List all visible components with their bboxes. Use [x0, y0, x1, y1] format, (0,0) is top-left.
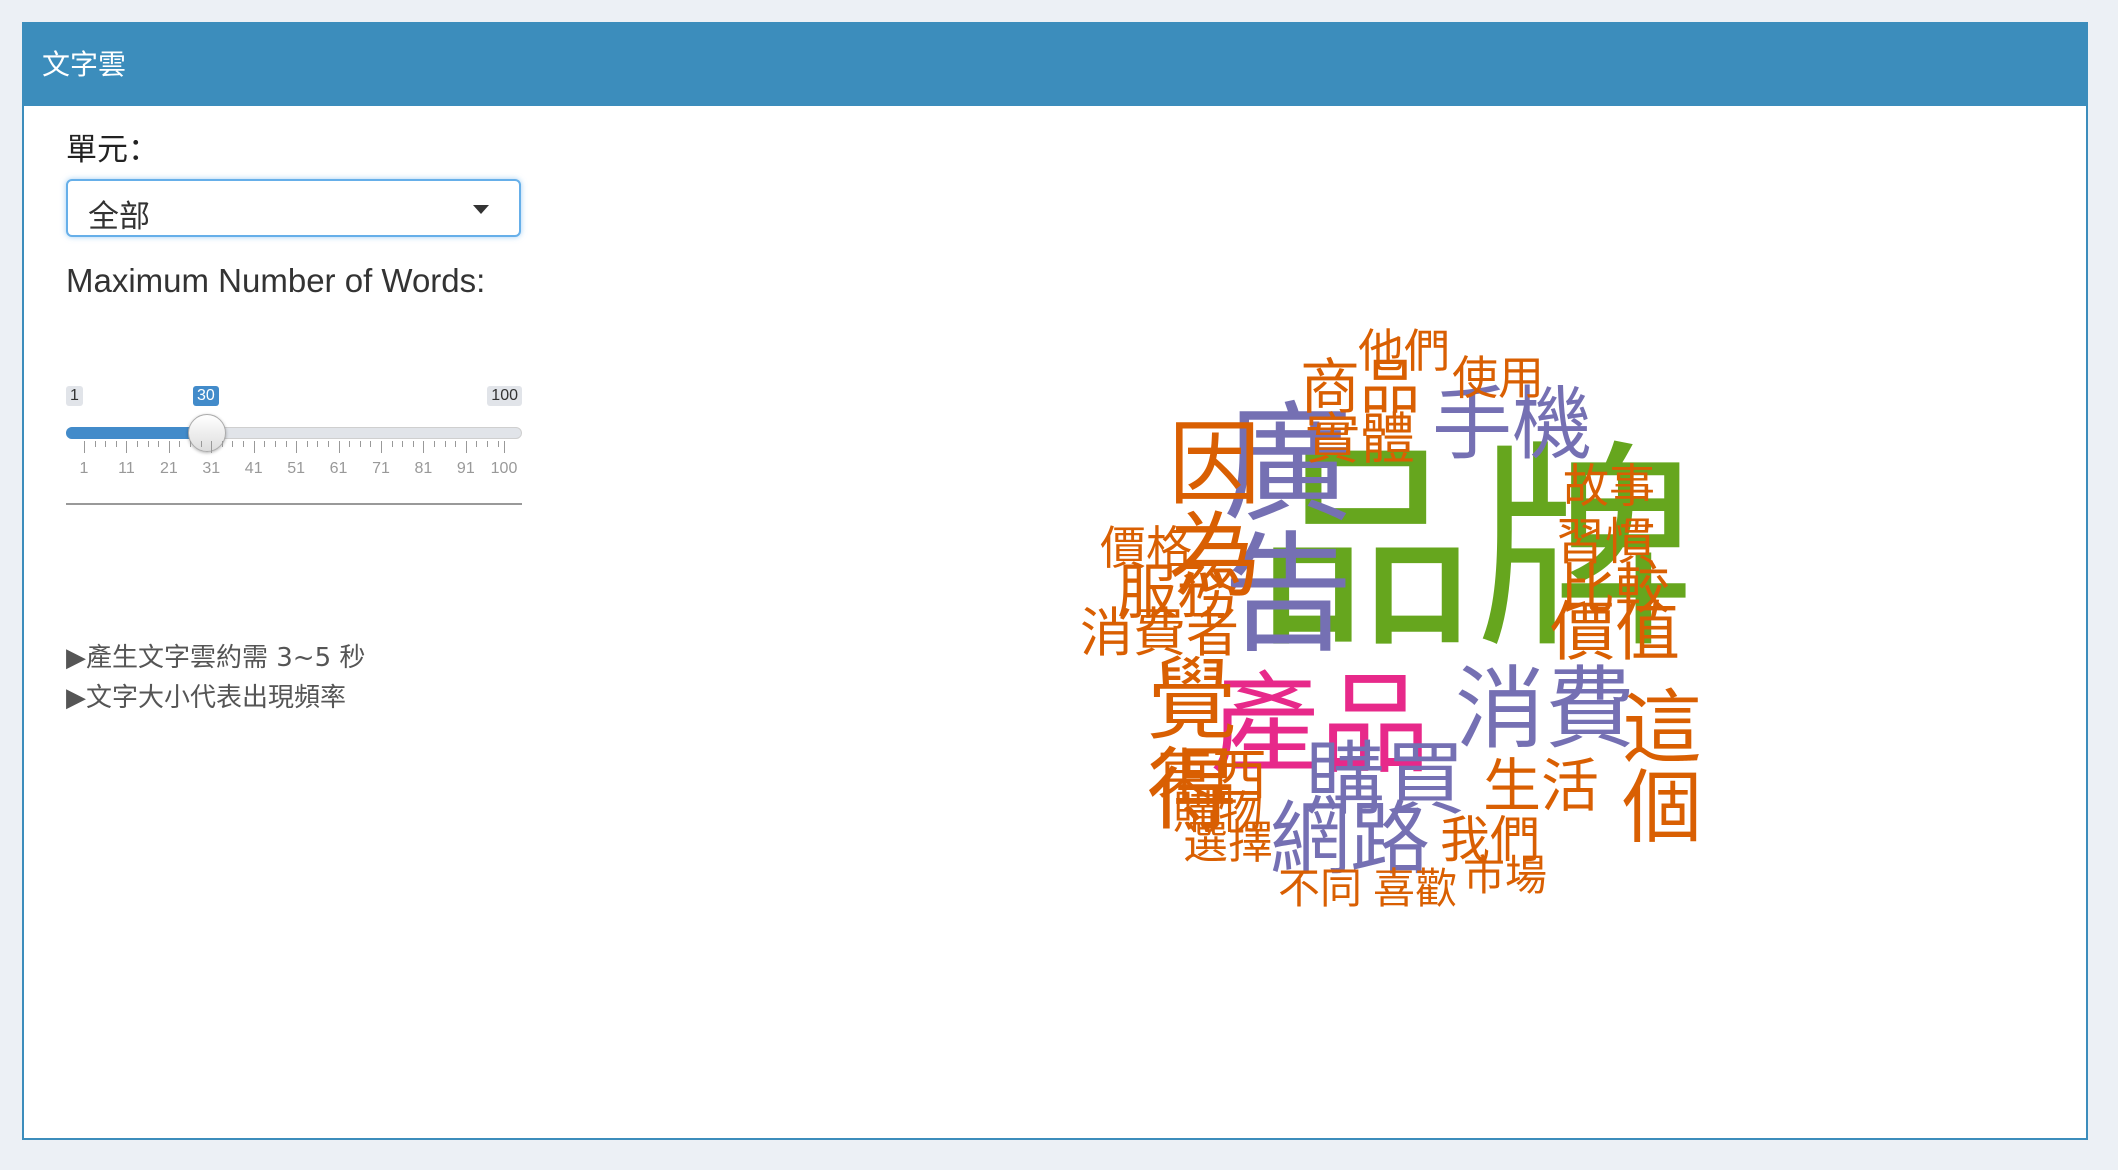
- slider-minor-tick: [147, 441, 149, 447]
- slider-minor-tick: [200, 441, 202, 447]
- slider-minor-tick: [232, 441, 234, 447]
- slider-minor-tick: [285, 441, 287, 447]
- max-words-slider[interactable]: 1 30 100 1 11 21 31 41 51 61 71 81 91 100: [66, 360, 522, 480]
- slider-value-label: 30: [193, 386, 219, 406]
- slider-minor-tick: [349, 441, 351, 447]
- slider-major-tick: [168, 441, 170, 453]
- cloud-word: 選擇: [1183, 816, 1274, 869]
- slider-major-tick: [380, 441, 382, 453]
- slider-minor-tick: [105, 441, 107, 447]
- slider-minor-tick: [455, 441, 457, 447]
- slider-tick-label: 21: [159, 460, 178, 477]
- note-size: ▶文字大小代表出現頻率: [66, 683, 346, 713]
- chevron-down-icon: [473, 205, 489, 214]
- box-title: 文字雲: [24, 24, 2086, 106]
- slider-tick-label: 91: [456, 460, 475, 477]
- slider-fill: [66, 427, 208, 439]
- slider-max-label: 100: [487, 386, 522, 406]
- slider-minor-tick: [412, 441, 414, 447]
- slider-tick-label: 31: [202, 460, 221, 477]
- slider-minor-tick: [115, 441, 117, 447]
- slider-major-tick: [296, 441, 298, 453]
- slider-tick-label: 100: [490, 460, 518, 477]
- slider-handle[interactable]: [188, 414, 227, 452]
- divider: [66, 503, 522, 505]
- slider-minor-tick: [497, 441, 499, 447]
- slider-tick-label: 71: [372, 460, 390, 477]
- slider-minor-tick: [487, 441, 489, 447]
- slider-minor-tick: [274, 441, 276, 447]
- slider-tick-label: 41: [244, 460, 263, 477]
- slider-minor-tick: [306, 441, 308, 447]
- cloud-word: 價值: [1550, 595, 1681, 670]
- slider-major-tick: [211, 441, 213, 453]
- slider-minor-tick: [137, 441, 139, 447]
- cloud-word: 喜歡: [1373, 864, 1458, 913]
- slider-minor-tick: [264, 441, 266, 447]
- slider-major-tick: [423, 441, 425, 453]
- slider-tick-label: 51: [287, 460, 306, 477]
- cloud-word: 他們: [1358, 324, 1450, 378]
- slider-minor-tick: [391, 441, 393, 447]
- unit-label: 單元：: [66, 132, 159, 168]
- slider-minor-tick: [243, 441, 245, 447]
- slider-minor-tick: [94, 441, 96, 447]
- slider-minor-tick: [370, 441, 372, 447]
- slider-major-tick: [338, 441, 340, 453]
- slider-minor-tick: [402, 441, 404, 447]
- cloud-word: 使用: [1452, 351, 1544, 405]
- max-words-label: Maximum Number of Words:: [66, 262, 486, 299]
- slider-major-tick: [253, 441, 255, 453]
- cloud-word: 實體: [1305, 407, 1416, 471]
- slider-major-tick: [465, 441, 467, 453]
- slider-major-tick: [84, 441, 85, 453]
- unit-select[interactable]: 全部: [66, 179, 521, 237]
- slider-minor-tick: [359, 441, 361, 447]
- slider-minor-tick: [179, 441, 181, 447]
- slider-tick-label: 11: [118, 460, 135, 477]
- cloud-word: 這個: [1609, 685, 1702, 845]
- slider-minor-tick: [317, 441, 319, 447]
- slider-minor-tick: [434, 441, 435, 447]
- slider-tick-label: 1: [79, 460, 89, 477]
- slider-minor-tick: [327, 441, 329, 447]
- slider-minor-tick: [444, 441, 446, 447]
- slider-minor-tick: [221, 441, 223, 447]
- cloud-word: 故事: [1563, 459, 1655, 513]
- slider-minor-tick: [190, 441, 192, 447]
- slider-major-tick: [504, 441, 505, 453]
- unit-select-value: 全部: [88, 199, 150, 235]
- cloud-word: 市場: [1463, 851, 1548, 900]
- cloud-word: 生活: [1483, 752, 1600, 820]
- cloud-word: 不同: [1278, 864, 1363, 913]
- slider-tick-label: 81: [414, 460, 433, 477]
- slider-tick-label: 61: [329, 460, 348, 477]
- slider-minor-tick: [158, 441, 160, 447]
- slider-major-tick: [126, 441, 128, 453]
- slider-minor-tick: [476, 441, 478, 447]
- cloud-word: 消費: [1455, 657, 1635, 762]
- note-time: ▶產生文字雲約需 3~5 秒: [66, 643, 366, 673]
- slider-min-label: 1: [66, 386, 83, 406]
